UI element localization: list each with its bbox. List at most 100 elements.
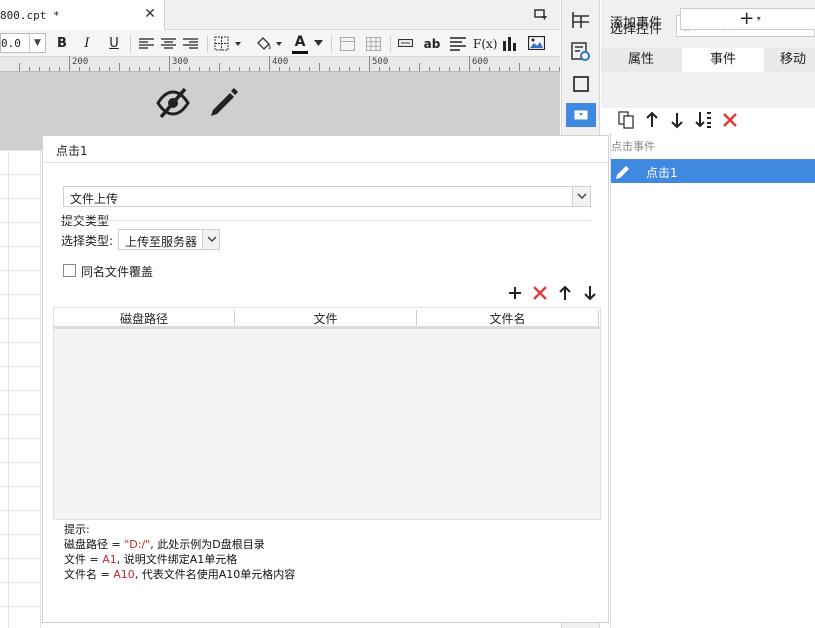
tips-block: 提示: 磁盘路径 = "D:/", 此处示例为D盘根目录 文件 = A1, 说明… <box>64 522 295 582</box>
arrow-up-icon[interactable] <box>642 110 662 130</box>
chevron-down-icon[interactable] <box>314 40 323 46</box>
close-tab-icon[interactable]: ✕ <box>142 6 158 22</box>
edit-pencil-icon[interactable] <box>208 86 240 118</box>
tip-text: 磁盘路径 = <box>64 538 125 551</box>
chart-icon[interactable] <box>503 36 517 51</box>
fill-color-icon[interactable] <box>255 35 285 52</box>
widget-settings-icon[interactable] <box>569 40 593 64</box>
ruler-label: 300 <box>172 57 189 67</box>
formula-button[interactable]: F(x) <box>473 34 497 54</box>
image-icon[interactable] <box>528 36 545 50</box>
ruler-minor-tick <box>219 63 220 71</box>
ruler-minor-tick <box>539 67 540 71</box>
format-toolbar: 0.0 ▼ B I U A ab F(x) <box>0 30 560 57</box>
move-to-bottom-icon[interactable] <box>694 110 714 130</box>
edit-pencil-icon[interactable] <box>613 161 633 181</box>
column-header-disk-path[interactable]: 磁盘路径 <box>54 310 235 326</box>
column-header-file-name[interactable]: 文件名 <box>417 310 599 326</box>
add-event-button[interactable]: + ▾ <box>680 8 815 30</box>
select-type-value: 上传至服务器 <box>125 235 198 249</box>
add-row-icon[interactable] <box>505 283 525 303</box>
grid-row-line <box>0 174 42 175</box>
align-right-icon[interactable] <box>183 38 198 50</box>
ruler-minor-tick <box>29 67 30 71</box>
border-frame-icon[interactable] <box>569 72 593 96</box>
ruler-minor-tick <box>139 67 140 71</box>
split-cells-icon[interactable] <box>366 37 381 51</box>
file-tab[interactable]: 800.cpt * ✕ <box>0 0 165 30</box>
ruler-minor-tick <box>419 63 420 71</box>
underline-button[interactable]: U <box>107 34 121 54</box>
font-size-select[interactable]: 0.0 ▼ <box>0 33 46 53</box>
ruler-minor-tick <box>209 67 210 71</box>
ruler-tick <box>469 56 470 71</box>
ruler-minor-tick <box>479 67 480 71</box>
select-type-dropdown[interactable]: 上传至服务器 <box>118 229 220 250</box>
tab-events[interactable]: 事件 <box>682 48 764 72</box>
ruler-minor-tick <box>299 67 300 71</box>
grid-row-line <box>0 390 42 391</box>
border-icon[interactable] <box>214 36 244 51</box>
ruler-tick <box>269 56 270 71</box>
ruler-minor-tick <box>99 67 100 71</box>
ruler-minor-tick <box>149 67 150 71</box>
eye-hidden-icon[interactable] <box>156 86 190 120</box>
arrow-down-icon[interactable] <box>580 283 600 303</box>
font-color-button[interactable]: A <box>292 34 308 54</box>
text-abc-button[interactable]: ab <box>422 34 442 54</box>
grid-row-line <box>0 342 42 343</box>
ruler-minor-tick <box>499 67 500 71</box>
grid-row-line <box>0 198 42 199</box>
ruler-minor-tick <box>159 67 160 71</box>
ruler-minor-tick <box>309 67 310 71</box>
chevron-down-icon[interactable] <box>572 187 590 206</box>
dialog-title: 点击1 <box>56 144 88 158</box>
ruler-minor-tick <box>429 67 430 71</box>
wrap-text-icon[interactable] <box>450 37 466 51</box>
ruler-minor-tick <box>339 67 340 71</box>
textbox-icon[interactable] <box>398 39 413 47</box>
grid-row-line <box>0 222 42 223</box>
event-dialog: 点击1 文件上传 提交类型 选择类型: 上传至服务器 同名文件覆盖 磁盘路径 文… <box>42 135 609 623</box>
copy-icon[interactable] <box>616 110 636 130</box>
overwrite-label: 同名文件覆盖 <box>81 265 154 279</box>
arrow-up-icon[interactable] <box>555 283 575 303</box>
align-left-icon[interactable] <box>139 38 154 50</box>
chevron-down-icon[interactable] <box>202 230 219 249</box>
align-center-icon[interactable] <box>161 38 176 50</box>
ruler-minor-tick <box>459 67 460 71</box>
tip-value: "D:/" <box>124 538 151 551</box>
grid-column-line <box>8 150 9 628</box>
bold-button[interactable]: B <box>55 34 69 54</box>
upload-file-table[interactable]: 磁盘路径 文件 文件名 <box>53 307 601 520</box>
tab-mobile[interactable]: 移动 <box>765 48 815 72</box>
delete-icon[interactable] <box>720 110 740 130</box>
action-type-select[interactable]: 文件上传 <box>63 186 591 207</box>
overwrite-checkbox[interactable] <box>63 264 76 277</box>
merge-cells-icon[interactable] <box>340 37 355 51</box>
ruler-minor-tick <box>409 67 410 71</box>
table-header: 磁盘路径 文件 文件名 <box>54 308 600 329</box>
ruler-minor-tick <box>199 67 200 71</box>
ruler-label: 500 <box>372 57 389 67</box>
ruler-minor-tick <box>489 67 490 71</box>
column-header-file[interactable]: 文件 <box>235 310 417 326</box>
ruler-tick <box>369 56 370 71</box>
event-item[interactable]: 点击1 <box>611 159 815 183</box>
tip-line: 磁盘路径 = "D:/", 此处示例为D盘根目录 <box>64 537 295 552</box>
grid-row-line <box>0 486 42 487</box>
arrow-down-icon[interactable] <box>667 110 687 130</box>
tab-menu-icon[interactable] <box>534 8 548 22</box>
widget-button-active[interactable] <box>566 103 596 127</box>
tab-properties[interactable]: 属性 <box>601 48 681 72</box>
ruler-minor-tick <box>529 67 530 71</box>
cell-attribute-icon[interactable] <box>569 8 593 32</box>
tip-text: , 代表文件名使用A10单元格内容 <box>134 568 296 581</box>
add-event-label: 添加事件 <box>610 16 663 31</box>
chevron-down-icon[interactable]: ▼ <box>29 34 45 52</box>
spreadsheet-grid[interactable] <box>0 150 42 628</box>
ruler-minor-tick <box>179 67 180 71</box>
delete-row-icon[interactable] <box>530 283 550 303</box>
italic-button[interactable]: I <box>80 34 94 54</box>
grid-row-line <box>0 294 42 295</box>
